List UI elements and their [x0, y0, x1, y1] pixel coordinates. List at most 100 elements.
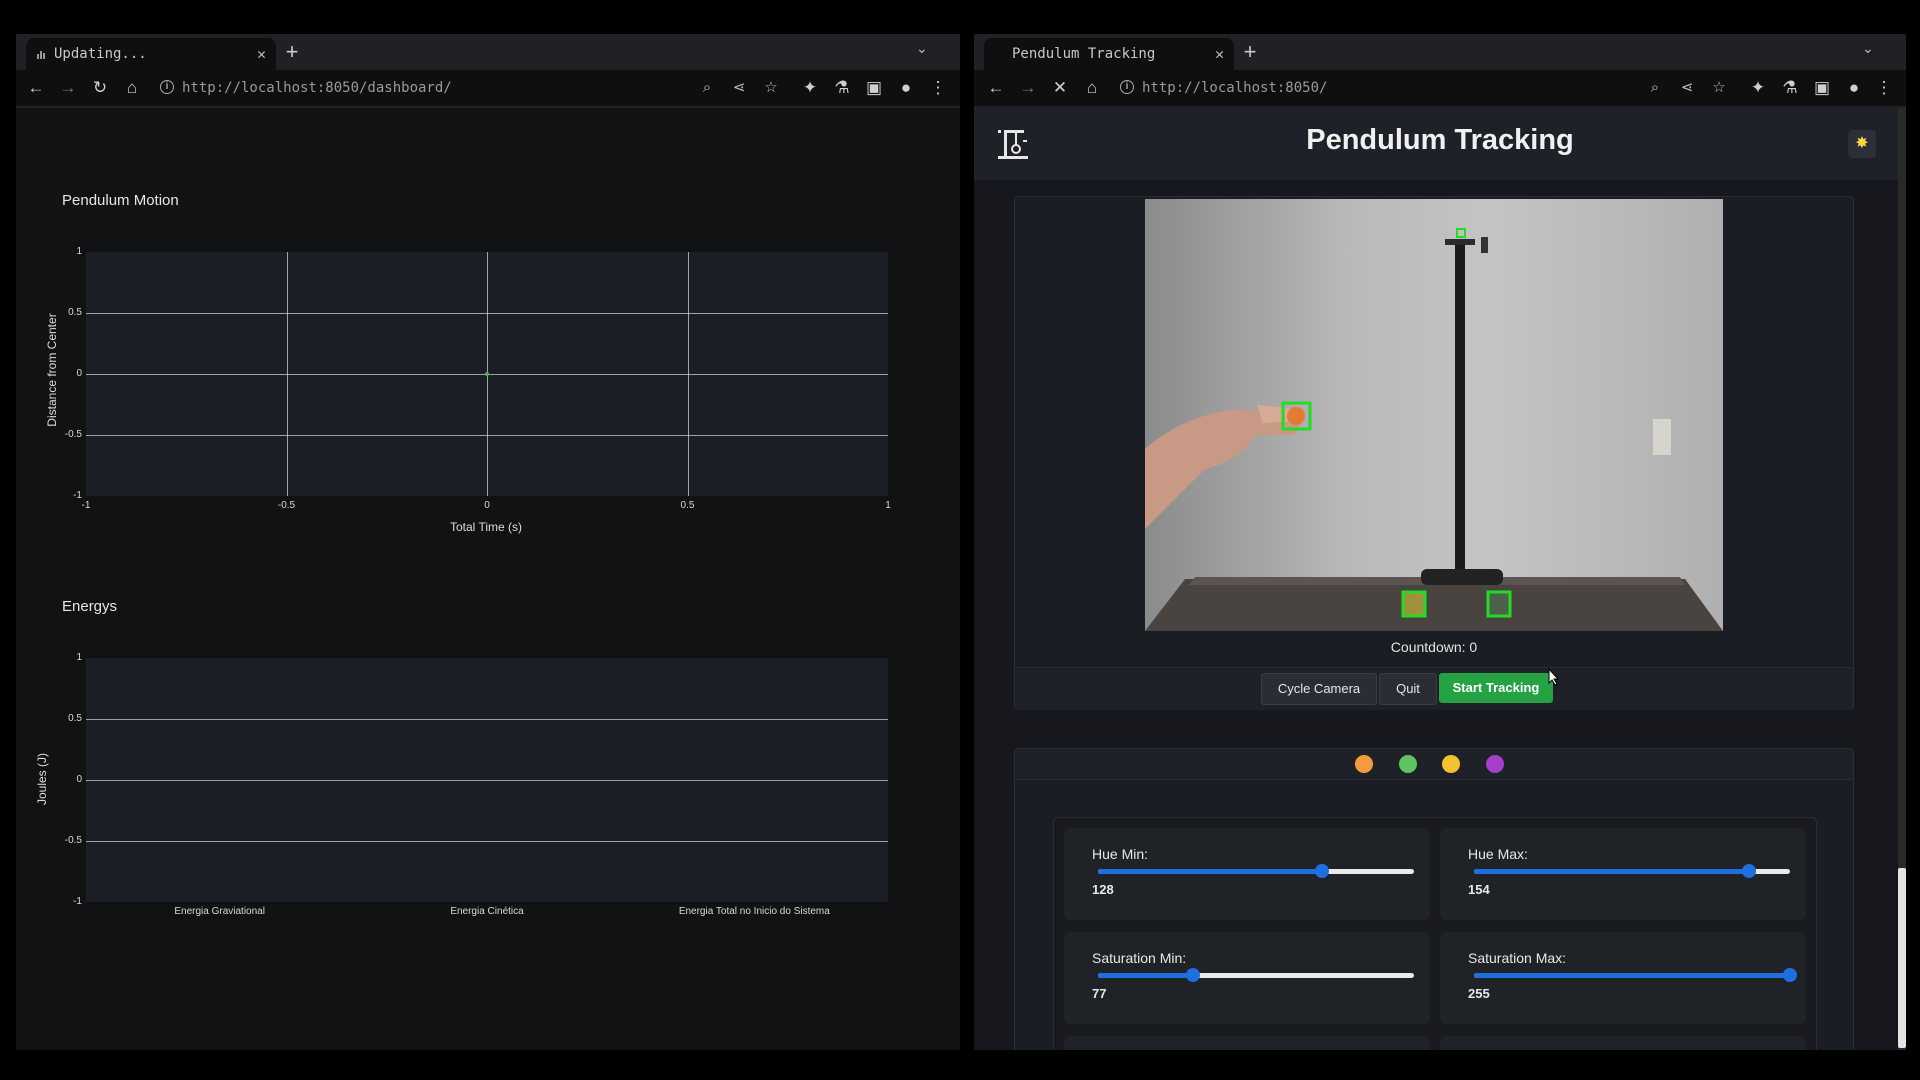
- hue-min-slider-track[interactable]: [1098, 864, 1414, 878]
- y-gridline: [86, 780, 888, 781]
- category-label: Energia Cinética: [450, 906, 524, 917]
- back-arrow-icon[interactable]: ←: [984, 76, 1008, 100]
- site-info-icon[interactable]: i: [1120, 80, 1134, 94]
- slider-fill: [1098, 869, 1323, 874]
- tab-search-chevron-icon[interactable]: ⌄: [916, 40, 928, 57]
- slider-thumb[interactable]: [1783, 968, 1797, 982]
- browser-toolbar: ← → ↻ ⌂ i http://localhost:8050/dashboar…: [16, 70, 960, 106]
- y-tick-label: 0: [76, 368, 82, 379]
- close-tab-icon[interactable]: ✕: [1215, 38, 1224, 70]
- bookmark-star-icon[interactable]: ☆: [760, 76, 782, 100]
- slider-fill: [1474, 869, 1749, 874]
- category-label: Energia Total no Inicio do Sistema: [678, 906, 830, 917]
- zoom-icon[interactable]: ⌕: [1644, 76, 1666, 100]
- x-tick-label: 0.5: [680, 500, 695, 511]
- green-color-dot[interactable]: [1399, 755, 1417, 773]
- address-bar[interactable]: i http://localhost:8050/dashboard/ ⌕ ⋖ ☆: [152, 74, 792, 102]
- category-label: Energia Graviational: [174, 906, 265, 917]
- pendulum-x-axis-label: Total Time (s): [450, 520, 523, 534]
- extensions-icon[interactable]: ✦: [798, 76, 822, 100]
- quit-button[interactable]: Quit: [1379, 673, 1437, 705]
- y-gridline: [86, 841, 888, 842]
- site-info-icon[interactable]: i: [160, 80, 174, 94]
- hue-min-slider-box: Hue Min: 128: [1064, 828, 1430, 920]
- yellow-color-dot[interactable]: [1442, 755, 1460, 773]
- y-tick-label: -0.5: [64, 429, 82, 440]
- slider-thumb[interactable]: [1741, 864, 1756, 878]
- saturation-max-slider-track[interactable]: [1474, 968, 1797, 982]
- slider-thumb[interactable]: [1185, 968, 1200, 982]
- share-icon[interactable]: ⋖: [728, 76, 750, 100]
- chart-favicon-icon: [37, 51, 45, 59]
- y-tick-label: -0.5: [64, 835, 82, 846]
- camera-feed: [1145, 199, 1723, 631]
- x-gridline: [286, 252, 288, 496]
- y-tick-label: -1: [73, 896, 82, 907]
- slider-fill: [1098, 973, 1193, 978]
- close-tab-icon[interactable]: ✕: [257, 38, 266, 70]
- pendulum-motion-plot: [86, 252, 888, 496]
- tab-search-chevron-icon[interactable]: ⌄: [1862, 40, 1874, 57]
- slider-value: 128: [1092, 882, 1114, 897]
- right-browser-window: Pendulum Tracking ✕ + ⌄ ← → ✕ ⌂ i http:/…: [974, 34, 1906, 1050]
- theme-toggle-sun-icon[interactable]: ✸: [1848, 130, 1876, 158]
- labs-flask-icon[interactable]: ⚗: [1778, 76, 1802, 100]
- forward-arrow-icon[interactable]: →: [56, 76, 80, 100]
- scrollbar-thumb[interactable]: [1898, 868, 1906, 1048]
- home-icon[interactable]: ⌂: [120, 76, 144, 100]
- saturation-min-slider-track[interactable]: [1098, 968, 1414, 982]
- saturation-max-slider-box: Saturation Max: 255: [1440, 932, 1806, 1024]
- app-title: Pendulum Tracking: [1306, 124, 1574, 156]
- home-icon[interactable]: ⌂: [1080, 76, 1104, 100]
- reload-icon[interactable]: ↻: [88, 76, 112, 100]
- slider-label: Saturation Min:: [1092, 950, 1187, 966]
- x-tick-label: 0: [484, 500, 490, 511]
- url-text: http://localhost:8050/dashboard/: [182, 80, 452, 96]
- side-panel-icon[interactable]: ▣: [862, 76, 886, 100]
- y-tick-label: 1: [76, 246, 82, 257]
- slider-panel: Hue Min: 128 Hue Max: 154 Saturation Min…: [1053, 817, 1817, 1050]
- hue-max-slider-track[interactable]: [1474, 864, 1790, 878]
- slider-value: 255: [1468, 986, 1490, 1001]
- cycle-camera-button[interactable]: Cycle Camera: [1261, 673, 1377, 705]
- tab-pendulum-tracking[interactable]: Pendulum Tracking ✕: [984, 38, 1234, 70]
- slider-thumb[interactable]: [1315, 864, 1330, 878]
- next-slider-box-partial: [1440, 1036, 1806, 1050]
- orange-color-dot[interactable]: [1355, 755, 1373, 773]
- x-gridline: [687, 252, 689, 496]
- back-arrow-icon[interactable]: ←: [24, 76, 48, 100]
- energy-chart-title: Energys: [62, 598, 118, 615]
- tab-strip: Pendulum Tracking ✕ + ⌄: [974, 34, 1906, 70]
- tab-dashboard[interactable]: Updating... ✕: [26, 38, 276, 70]
- profile-icon[interactable]: ●: [894, 76, 918, 100]
- profile-icon[interactable]: ●: [1842, 76, 1866, 100]
- menu-dots-icon[interactable]: ⋮: [926, 76, 950, 100]
- browser-toolbar: ← → ✕ ⌂ i http://localhost:8050/ ⌕ ⋖ ☆ ✦…: [974, 70, 1906, 106]
- slider-label: Saturation Max:: [1468, 950, 1567, 966]
- page-scrollbar[interactable]: [1898, 108, 1906, 1050]
- stop-loading-icon[interactable]: ✕: [1048, 76, 1072, 100]
- zoom-icon[interactable]: ⌕: [696, 76, 718, 100]
- tab-strip: Updating... ✕ + ⌄: [16, 34, 960, 70]
- labs-flask-icon[interactable]: ⚗: [830, 76, 854, 100]
- new-tab-button[interactable]: +: [1236, 38, 1264, 66]
- address-bar[interactable]: i http://localhost:8050/ ⌕ ⋖ ☆: [1112, 74, 1740, 102]
- slider-fill: [1474, 973, 1790, 978]
- side-panel-icon[interactable]: ▣: [1810, 76, 1834, 100]
- y-tick-label: 0.5: [68, 713, 82, 724]
- menu-dots-icon[interactable]: ⋮: [1872, 76, 1896, 100]
- next-slider-box-partial: [1064, 1036, 1430, 1050]
- extensions-icon[interactable]: ✦: [1746, 76, 1770, 100]
- url-text: http://localhost:8050/: [1142, 80, 1328, 96]
- new-tab-button[interactable]: +: [278, 38, 306, 66]
- saturation-min-slider-box: Saturation Min: 77: [1064, 932, 1430, 1024]
- left-browser-window: Updating... ✕ + ⌄ ← → ↻ ⌂ i http://local…: [16, 34, 960, 1050]
- x-tick-label: 1: [885, 500, 891, 511]
- start-tracking-button[interactable]: Start Tracking: [1439, 673, 1553, 703]
- forward-arrow-icon[interactable]: →: [1016, 76, 1040, 100]
- energy-plot: [86, 658, 888, 902]
- bookmark-star-icon[interactable]: ☆: [1708, 76, 1730, 100]
- purple-color-dot[interactable]: [1486, 755, 1504, 773]
- share-icon[interactable]: ⋖: [1676, 76, 1698, 100]
- countdown-text: Countdown: 0: [1390, 639, 1478, 655]
